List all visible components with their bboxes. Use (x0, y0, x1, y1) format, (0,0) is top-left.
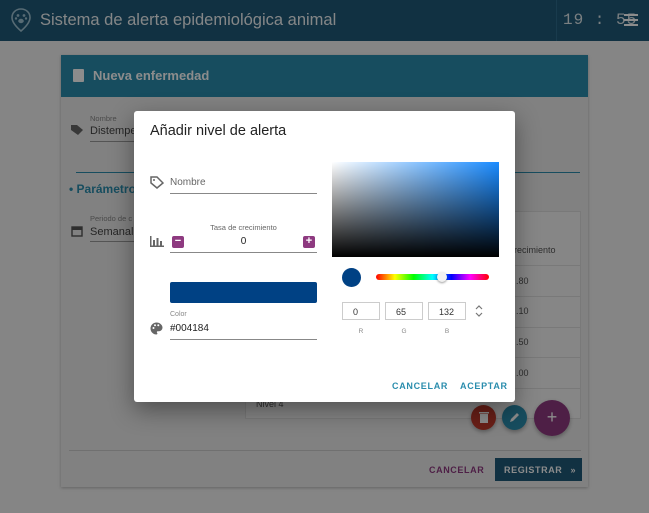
saturation-value-picker[interactable] (332, 162, 499, 257)
blue-label: B (444, 328, 450, 335)
color-hex-value[interactable]: #004184 (170, 323, 209, 334)
growth-rate-underline (170, 252, 317, 253)
level-name-underline (170, 193, 317, 194)
red-label: R (358, 328, 364, 335)
red-input[interactable]: 0 (342, 302, 380, 320)
dialog-cancel-button[interactable]: CANCELAR (392, 381, 448, 391)
color-label: Color (170, 311, 187, 318)
hue-handle[interactable] (437, 272, 447, 282)
green-label: G (401, 328, 407, 335)
add-alert-level-dialog: Añadir nivel de alerta Nombre Tasa de cr… (134, 111, 515, 402)
increment-button[interactable]: + (303, 236, 315, 248)
level-name-input[interactable]: Nombre (170, 177, 206, 188)
tag-icon (150, 176, 164, 189)
dialog-title: Añadir nivel de alerta (150, 123, 287, 139)
dialog-accept-button[interactable]: ACEPTAR (460, 381, 508, 391)
color-swatch[interactable] (170, 282, 317, 303)
bar-chart-icon (150, 236, 164, 247)
growth-rate-label: Tasa de crecimiento (210, 223, 277, 232)
palette-icon (150, 322, 163, 335)
hue-slider[interactable] (376, 274, 489, 280)
unfold-icon[interactable] (473, 302, 485, 320)
blue-input[interactable]: 132 (428, 302, 466, 320)
color-underline (170, 339, 317, 340)
decrement-button[interactable]: − (172, 236, 184, 248)
green-input[interactable]: 65 (385, 302, 423, 320)
saturation-handle[interactable] (296, 155, 303, 162)
growth-rate-value[interactable]: 0 (194, 236, 293, 247)
color-preview (342, 268, 361, 287)
